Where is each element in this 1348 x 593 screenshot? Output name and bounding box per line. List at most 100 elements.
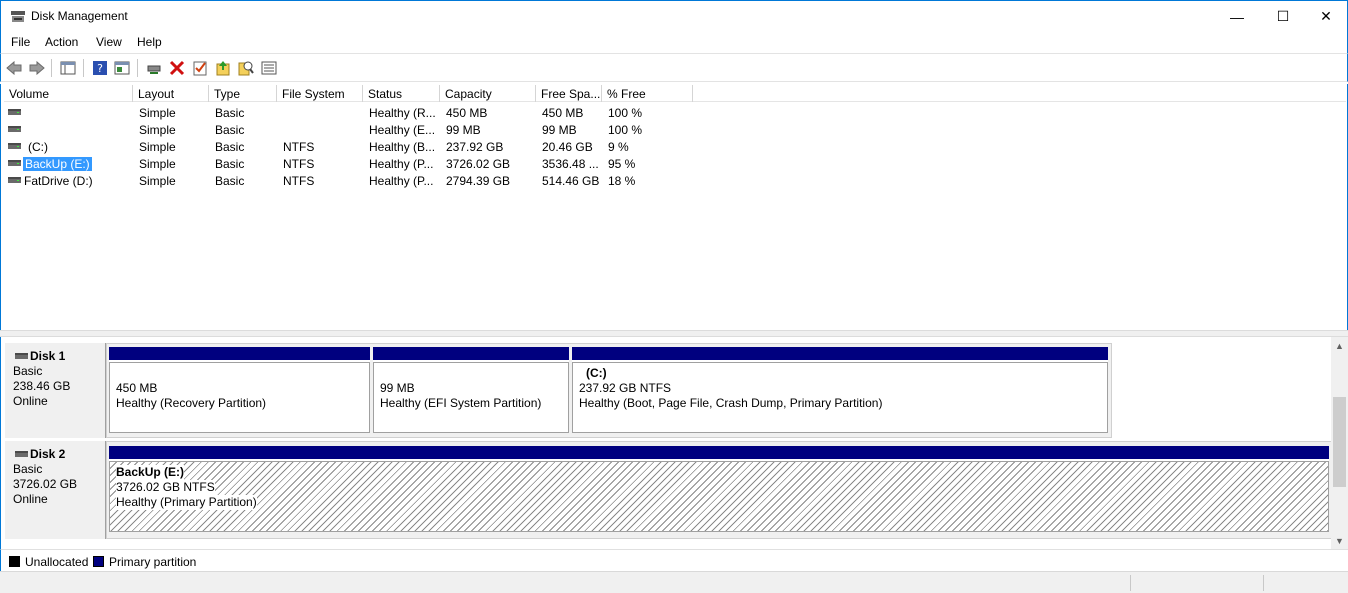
connect-disk-icon [147, 65, 161, 74]
cell-file-system: NTFS [283, 174, 315, 188]
disk-1-size: 238.46 GB [13, 379, 71, 393]
disk-2-type: Basic [13, 462, 43, 476]
show-hide-console-tree-button[interactable] [59, 59, 77, 77]
disk-view-scrollbar[interactable]: ▲ ▼ [1331, 337, 1348, 549]
legend-primary-partition: Primary partition [109, 555, 197, 569]
disk-2-label[interactable]: Disk 2 Basic 3726.02 GB Online [5, 441, 106, 539]
column-header-volume[interactable]: Volume [4, 85, 133, 102]
column-header-layout[interactable]: Layout [133, 85, 209, 102]
cell-type: Basic [215, 123, 245, 137]
partition-efi[interactable]: 99 MB Healthy (EFI System Partition) [373, 347, 569, 433]
disk-1-name: Disk 1 [30, 349, 66, 363]
table-row[interactable]: (C:) Simple Basic NTFS Healthy (B... 237… [4, 138, 804, 155]
cell-percent-free: 9 % [608, 140, 629, 154]
cell-free-space: 99 MB [542, 123, 577, 137]
menu-view[interactable]: View [96, 35, 122, 49]
table-row[interactable]: Simple Basic Healthy (E... 99 MB 99 MB 1… [4, 121, 804, 138]
partition-recovery[interactable]: 450 MB Healthy (Recovery Partition) [109, 347, 370, 433]
cell-layout: Simple [139, 140, 176, 154]
volume-list-header: Volume Layout Type File System Status Ca… [4, 85, 1346, 102]
cell-status: Healthy (R... [369, 106, 436, 120]
disk-icon [15, 353, 28, 359]
pane-splitter[interactable] [0, 330, 1348, 337]
column-header-status[interactable]: Status [363, 85, 440, 102]
cell-layout: Simple [139, 157, 176, 171]
primary-partition-bar [109, 347, 370, 360]
forward-button[interactable] [28, 59, 46, 77]
column-header-file-system[interactable]: File System [277, 85, 363, 102]
scroll-up-icon[interactable]: ▲ [1335, 341, 1344, 351]
minimize-button[interactable]: — [1214, 1, 1260, 32]
status-bar [0, 571, 1348, 593]
cell-capacity: 237.92 GB [446, 140, 504, 154]
partition-backup-e[interactable]: BackUp (E:) 3726.02 GB NTFS Healthy (Pri… [109, 446, 1329, 532]
disk-1-label[interactable]: Disk 1 Basic 238.46 GB Online [5, 343, 106, 438]
partition-size: 99 MB [380, 381, 415, 395]
cell-type: Basic [215, 157, 245, 171]
close-button[interactable]: ✕ [1303, 1, 1348, 32]
connect-disk-button[interactable] [145, 59, 163, 77]
cell-type: Basic [215, 174, 245, 188]
scroll-thumb[interactable] [1333, 397, 1346, 487]
primary-partition-bar [373, 347, 569, 360]
close-icon: ✕ [1320, 8, 1332, 24]
list-button[interactable] [260, 59, 278, 77]
table-row[interactable]: Simple Basic Healthy (R... 450 MB 450 MB… [4, 104, 804, 121]
search-icon [238, 61, 254, 76]
cell-free-space: 450 MB [542, 106, 584, 120]
cell-status: Healthy (P... [369, 174, 434, 188]
partition-size-row: 3726.02 GB NTFS [116, 480, 1322, 495]
toolbar-separator [51, 59, 52, 77]
partition-details: 99 MB Healthy (EFI System Partition) [373, 362, 569, 433]
table-row[interactable]: FatDrive (D:) Simple Basic NTFS Healthy … [4, 172, 804, 189]
partition-c[interactable]: (C:) 237.92 GB NTFS Healthy (Boot, Page … [572, 347, 1108, 433]
menu-file[interactable]: File [11, 35, 30, 49]
disk-2-name: Disk 2 [30, 447, 66, 461]
column-header-free-space[interactable]: Free Spa... [536, 85, 602, 102]
menu-help[interactable]: Help [137, 35, 162, 49]
column-header-type[interactable]: Type [209, 85, 277, 102]
export-button[interactable] [214, 59, 232, 77]
primary-partition-swatch [93, 556, 104, 567]
cell-percent-free: 18 % [608, 174, 636, 188]
column-header-capacity[interactable]: Capacity [440, 85, 536, 102]
column-header-percent-free[interactable]: % Free [602, 85, 693, 102]
disk-1-state: Online [13, 394, 48, 408]
disk-name: Disk 1 [13, 349, 105, 364]
menu-action[interactable]: Action [45, 35, 78, 49]
status-divider [1263, 575, 1264, 591]
back-button[interactable] [5, 59, 23, 77]
search-button[interactable] [237, 59, 255, 77]
properties-icon [114, 61, 130, 75]
legend-unallocated: Unallocated [25, 555, 89, 569]
cell-free-space: 3536.48 ... [542, 157, 599, 171]
window-title: Disk Management [31, 9, 128, 23]
cell-capacity: 2794.39 GB [446, 174, 511, 188]
check-button[interactable] [191, 59, 209, 77]
table-row-selected[interactable]: BackUp (E:) Simple Basic NTFS Healthy (P… [4, 155, 804, 172]
delete-button[interactable] [168, 59, 186, 77]
disk-name: Disk 2 [13, 447, 105, 462]
partition-details: (C:) 237.92 GB NTFS Healthy (Boot, Page … [572, 362, 1108, 433]
cell-capacity: 99 MB [446, 123, 481, 137]
partition-details-selected: BackUp (E:) 3726.02 GB NTFS Healthy (Pri… [109, 461, 1329, 532]
scroll-down-icon[interactable]: ▼ [1335, 536, 1344, 546]
help-button[interactable]: ? [91, 59, 109, 77]
cell-percent-free: 95 % [608, 157, 636, 171]
cell-capacity: 3726.02 GB [446, 157, 511, 171]
cell-type: Basic [215, 140, 245, 154]
svg-text:?: ? [97, 62, 103, 75]
back-arrow-icon [6, 61, 22, 75]
primary-partition-bar [109, 446, 1329, 459]
maximize-icon: ☐ [1276, 8, 1290, 24]
menu-bar: File Action View Help [0, 31, 1348, 53]
properties-button[interactable] [113, 59, 131, 77]
cell-layout: Simple [139, 106, 176, 120]
toolbar: ? [0, 53, 1348, 82]
disk-management-app-icon [11, 11, 25, 22]
partition-status: Healthy (Recovery Partition) [116, 396, 267, 410]
cell-type: Basic [215, 106, 245, 120]
volume-icon [8, 126, 21, 132]
cell-layout: Simple [139, 174, 176, 188]
maximize-button[interactable]: ☐ [1260, 1, 1306, 32]
